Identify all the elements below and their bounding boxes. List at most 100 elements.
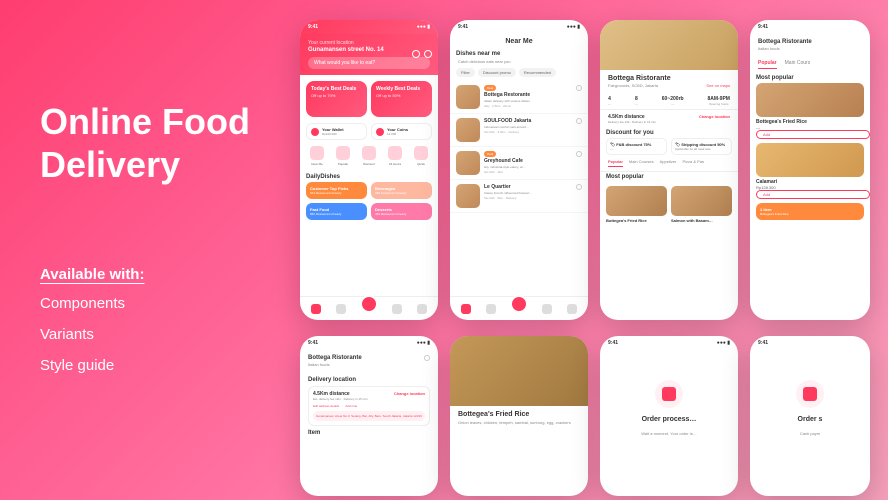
mock-menu-screen: 9:41 Bottega Ristorante Italian foods Po… (750, 20, 870, 320)
add-button[interactable]: Add (756, 130, 870, 139)
nav-icon[interactable] (542, 304, 552, 314)
tab-popular[interactable]: Popular (758, 60, 777, 69)
nav-icon[interactable] (336, 304, 346, 314)
edit-address-link[interactable]: Edit address details (313, 404, 339, 408)
restaurant-item[interactable]: Deal Greyhound Cafe Hip, industrial-styl… (450, 147, 588, 180)
add-note-link[interactable]: Add note (345, 404, 357, 408)
page-title: Near Me (450, 34, 588, 49)
tab-popular[interactable]: Popular (608, 159, 623, 167)
feature-item: Style guide (40, 357, 250, 374)
coins-icon (376, 128, 384, 136)
feature-item: Components (40, 295, 250, 312)
status-bar: 9:41●●● ▮ (450, 20, 588, 34)
mock-food-detail-screen: Bottegea's Fried Rice Onion leaves, chic… (450, 336, 588, 496)
filter-chip[interactable]: Discount promo (478, 68, 516, 77)
category-popular[interactable]: Popular (336, 146, 350, 166)
status-bar: 9:41●●● ▮ (600, 336, 738, 350)
dish-card[interactable]: Bottegea's Fried Rice (606, 186, 667, 223)
category-24hours[interactable]: 24 Hours (388, 146, 402, 166)
nav-cart-icon[interactable] (510, 295, 528, 313)
status-bar: 9:41●●● ▮ (300, 20, 438, 34)
category-quick[interactable]: Quick (414, 146, 428, 166)
dailydishes-title: DailyDishes (300, 172, 438, 182)
daily-card[interactable]: Desserts469 Restaurant Already (371, 203, 432, 220)
mock-order-screen-partial: 9:41 Order s Cash paym (750, 336, 870, 496)
deal-card-weekly[interactable]: Weekly Best Deals Off up to 50% (371, 81, 432, 117)
daily-card[interactable]: Fast Food882 Restaurant Already (306, 203, 367, 220)
category-discount[interactable]: Discount (362, 146, 376, 166)
restaurant-item[interactable]: SOULFOOD Jakarta Indonesian comfort sets… (450, 114, 588, 147)
nav-home-icon[interactable] (461, 304, 471, 314)
deal-badge: Deal (484, 85, 496, 91)
dish-image (756, 83, 864, 117)
heart-icon[interactable] (412, 50, 420, 58)
status-bar: 9:41 (750, 20, 870, 34)
mock-nearme-screen: 9:41●●● ▮ Near Me Dishes near me Catch d… (450, 20, 588, 320)
tab-main-courses[interactable]: Main Courses (629, 159, 654, 167)
dishes-header: Dishes near me (450, 49, 588, 59)
tab-pizza[interactable]: Pizza & Pas (682, 159, 704, 167)
nav-icon[interactable] (486, 304, 496, 314)
discount-card[interactable]: 🏷 F&B discount 75%— (606, 138, 667, 155)
bell-icon[interactable] (424, 50, 432, 58)
restaurant-hero-image (600, 20, 738, 70)
order-icon (796, 380, 824, 408)
restaurant-image (456, 85, 480, 109)
home-header: Your current location Gunamansen street … (300, 34, 438, 75)
tab-main-courses[interactable]: Main Cours (785, 60, 811, 69)
hero-title: Online Food Delivery (40, 100, 250, 186)
heart-icon[interactable] (576, 184, 582, 190)
dish-image (756, 143, 864, 177)
restaurant-image (456, 184, 480, 208)
change-location-link[interactable]: Change location (394, 391, 425, 396)
deal-badge: Deal (484, 151, 496, 157)
food-hero-image (450, 336, 588, 406)
daily-card[interactable]: Beverages988 Restaurant Already (371, 182, 432, 199)
wallet-icon (311, 128, 319, 136)
mock-order-processing-screen: 9:41●●● ▮ Order process… Wait a moment. … (600, 336, 738, 496)
heart-icon[interactable] (576, 118, 582, 124)
restaurant-item[interactable]: Deal Bottega Restorante Italian delicacy… (450, 81, 588, 114)
deal-card-today[interactable]: Today's Best Deals Off up to 70% (306, 81, 367, 117)
coins-card[interactable]: Your Coins12.000 (371, 123, 432, 140)
available-label: Available with: (40, 266, 250, 283)
restaurant-name: Bottega Ristorante (608, 75, 730, 82)
nav-cart-icon[interactable] (360, 295, 378, 313)
status-bar: 9:41 (750, 336, 870, 350)
discount-card[interactable]: 🏷 Shipping discount 50%Applicable for al… (671, 138, 732, 155)
filter-chip[interactable]: Filter (456, 68, 475, 77)
heart-icon[interactable] (576, 151, 582, 157)
mock-delivery-screen: 9:41●●● ▮ Bottega Ristorante Italian foo… (300, 336, 438, 496)
nav-icon[interactable] (417, 304, 427, 314)
heart-icon[interactable] (424, 355, 430, 361)
category-near-me[interactable]: Near Me (310, 146, 324, 166)
change-location-link[interactable]: Change location (699, 114, 730, 119)
restaurant-image (456, 118, 480, 142)
nav-icon[interactable] (567, 304, 577, 314)
order-processing-icon (655, 380, 683, 408)
add-button[interactable]: Add (756, 190, 870, 199)
mock-home-screen: 9:41●●● ▮ Your current location Gunamans… (300, 20, 438, 320)
food-description: Onion leaves, chicken, tempeh, sambal, s… (450, 420, 588, 426)
status-bar: 9:41●●● ▮ (300, 336, 438, 350)
bottom-nav (300, 296, 438, 320)
feature-item: Variants (40, 326, 250, 343)
mock-restaurant-screen: Bottega Ristorante Fairgrounds, SCBD, Ja… (600, 20, 738, 320)
wallet-card[interactable]: Your WalletRp100.000 (306, 123, 367, 140)
restaurant-item[interactable]: Le Quartier Classy French-influenced bra… (450, 180, 588, 213)
restaurant-image (456, 151, 480, 175)
address-box: Gunamansen street No.3, Setang, Bar, All… (313, 411, 425, 421)
tab-appetizer[interactable]: Appetizer (660, 159, 677, 167)
nav-icon[interactable] (392, 304, 402, 314)
search-input[interactable]: What would you like to eat? (308, 57, 430, 69)
nav-home-icon[interactable] (311, 304, 321, 314)
see-maps-link[interactable]: See on maps (706, 83, 730, 88)
food-title: Bottegea's Fried Rice (450, 406, 588, 420)
cart-summary[interactable]: 1 Item Bottegea's Fried Rice (756, 203, 864, 220)
dish-card[interactable]: Salmon with Basam… (671, 186, 732, 223)
heart-icon[interactable] (576, 85, 582, 91)
bottom-nav (450, 296, 588, 320)
filter-chip[interactable]: Recommended (519, 68, 556, 77)
daily-card[interactable]: Customer Top Picks523 Restaurant Already (306, 182, 367, 199)
restaurant-name: Bottega Ristorante (758, 39, 862, 45)
